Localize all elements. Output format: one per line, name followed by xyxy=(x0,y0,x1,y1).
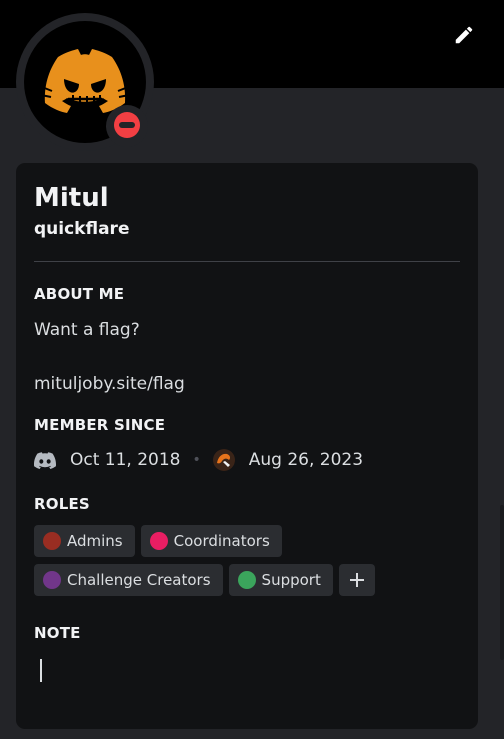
profile-card: Mitul quickflare ABOUT ME Want a flag? m… xyxy=(16,163,478,729)
server-join-date: Aug 26, 2023 xyxy=(248,450,364,470)
role-label: Coordinators xyxy=(173,532,270,550)
member-since-row: Oct 11, 2018 • Aug 26, 2023 xyxy=(34,448,363,472)
display-name: Mitul xyxy=(34,183,109,213)
about-me-text: Want a flag? mituljoby.site/flag xyxy=(34,320,185,394)
role-label: Challenge Creators xyxy=(67,571,211,589)
add-role-button[interactable] xyxy=(338,564,375,596)
discord-icon xyxy=(34,449,56,471)
separator-dot: • xyxy=(192,452,201,468)
role-support[interactable]: Support xyxy=(228,564,333,596)
plus-icon xyxy=(349,573,364,587)
roles-list: Admins Coordinators Challenge Creators S… xyxy=(34,525,464,603)
status-dnd-icon xyxy=(114,112,140,138)
text-caret xyxy=(40,659,42,682)
role-challenge-creators[interactable]: Challenge Creators xyxy=(34,564,223,596)
role-coordinators[interactable]: Coordinators xyxy=(140,525,282,557)
discord-join-date: Oct 11, 2018 xyxy=(70,450,181,470)
username[interactable]: quickflare xyxy=(34,219,129,239)
roles-heading: ROLES xyxy=(34,495,90,513)
scrollbar[interactable] xyxy=(500,505,504,660)
role-color-dot xyxy=(237,571,256,589)
role-color-dot xyxy=(43,532,61,550)
role-label: Support xyxy=(261,571,321,589)
member-since-heading: MEMBER SINCE xyxy=(34,416,166,434)
role-color-dot xyxy=(149,532,168,550)
role-label: Admins xyxy=(67,532,123,550)
edit-profile-button[interactable] xyxy=(449,20,479,50)
note-input[interactable] xyxy=(34,653,460,685)
role-admins[interactable]: Admins xyxy=(34,525,135,557)
pencil-icon xyxy=(455,26,473,44)
server-avatar-icon xyxy=(212,449,235,471)
role-color-dot xyxy=(43,571,61,589)
divider xyxy=(34,261,460,262)
note-heading: NOTE xyxy=(34,624,81,642)
about-me-heading: ABOUT ME xyxy=(34,285,125,303)
